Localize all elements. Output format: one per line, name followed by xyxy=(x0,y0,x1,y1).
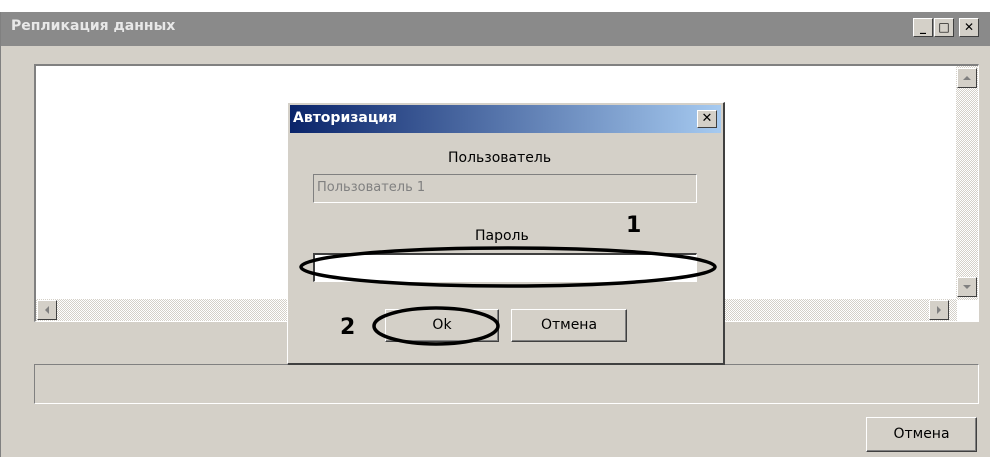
password-callout-ellipse xyxy=(299,246,717,288)
annotation-marker-2: 2 xyxy=(340,315,356,340)
ok-callout-ellipse xyxy=(372,306,500,346)
annotation-marker-1: 1 xyxy=(626,213,642,238)
annotation-overlay xyxy=(299,246,717,346)
